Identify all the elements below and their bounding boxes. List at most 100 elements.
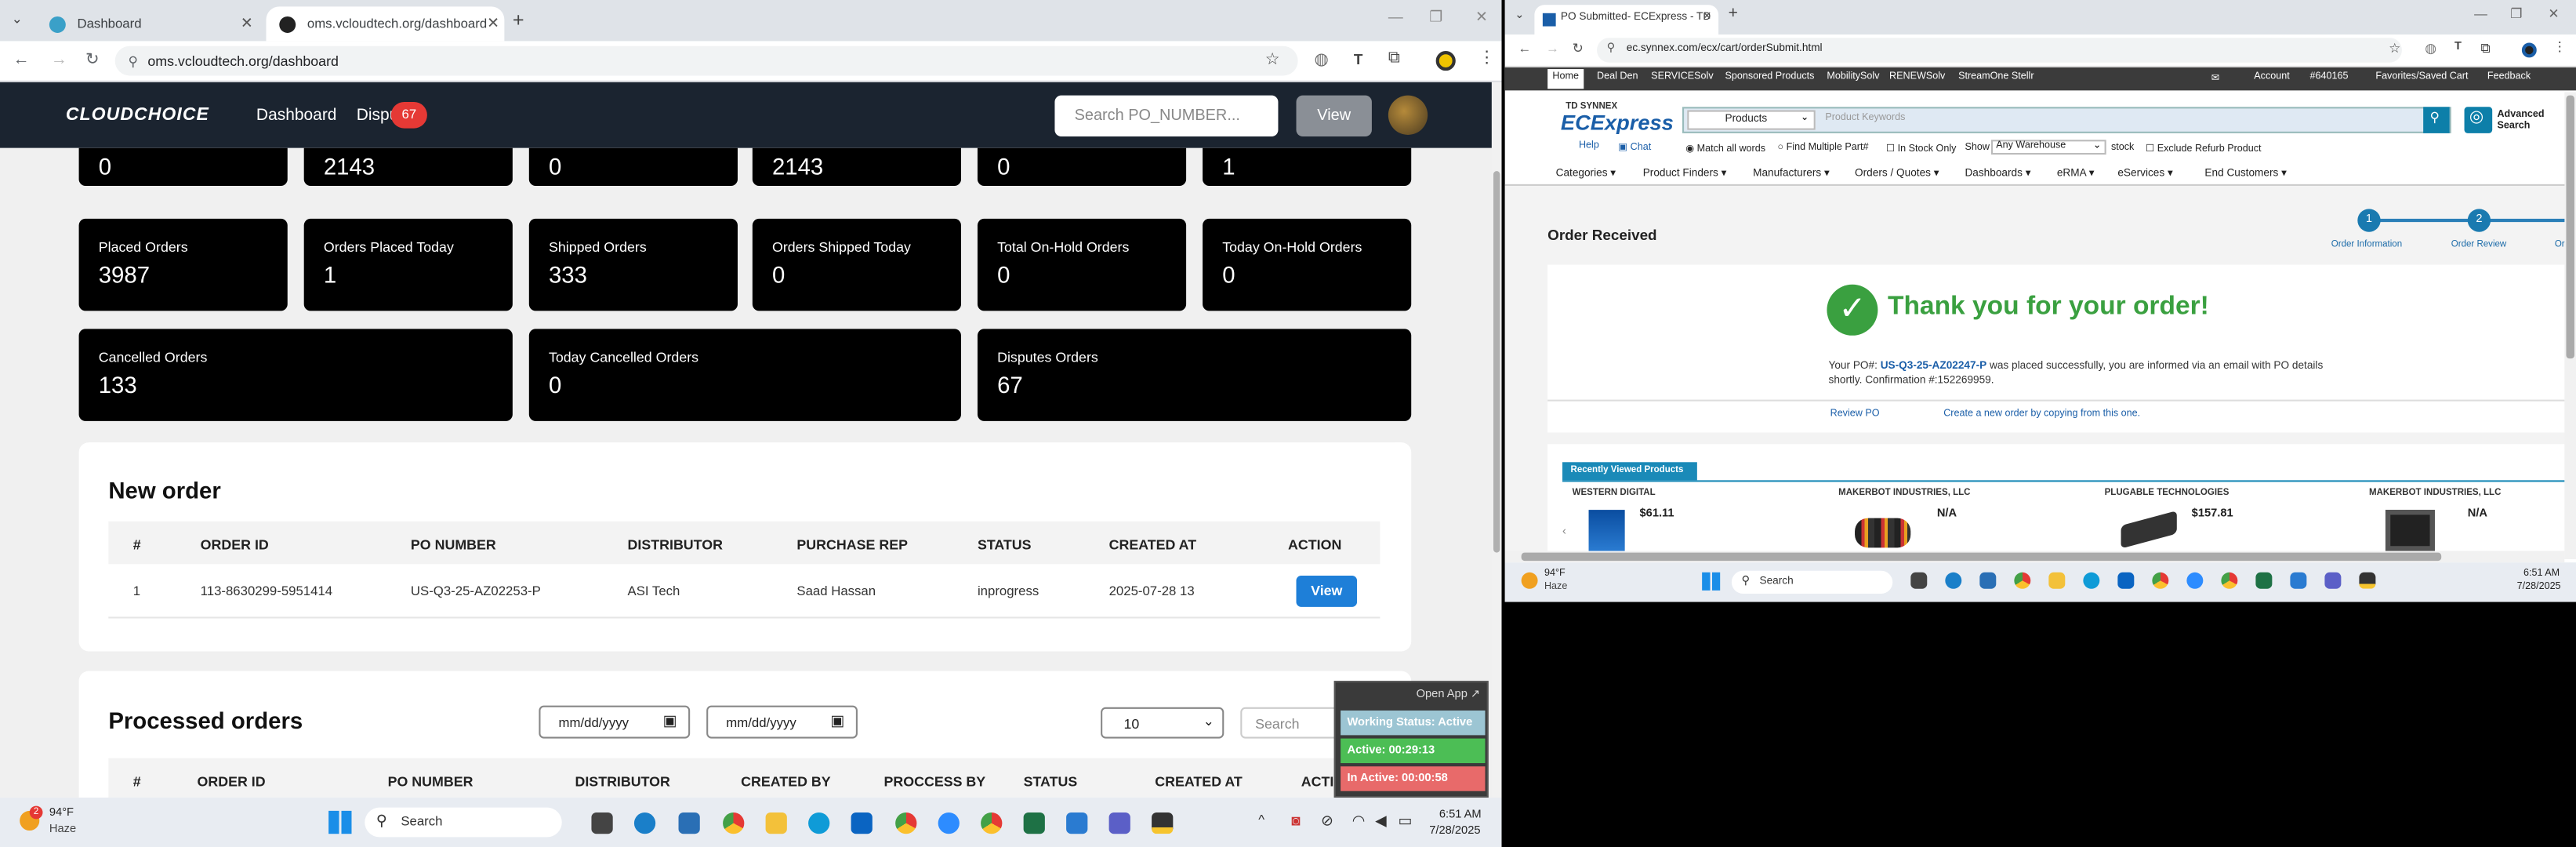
edge-browser-icon[interactable] <box>808 812 830 834</box>
po-search-view-button[interactable]: View <box>1296 95 1372 137</box>
mail-icon[interactable]: ✉ <box>2211 72 2220 84</box>
clock-time[interactable]: 6:51 AM <box>1439 809 1482 821</box>
td-nav-home[interactable]: Home <box>1547 69 1584 89</box>
bookmark-star-icon[interactable]: ☆ <box>1265 51 1280 69</box>
sticky-notes-icon[interactable] <box>1152 812 1174 834</box>
menu-product-finders[interactable]: Product Finders ▾ <box>1643 166 1727 180</box>
date-from-input[interactable]: mm/dd/yyyy ▣ <box>539 705 691 739</box>
snipping-tool-icon[interactable] <box>1066 812 1088 834</box>
open-app-link[interactable]: Open App ↗ <box>1417 688 1481 701</box>
clock-date[interactable]: 7/28/2025 <box>2517 582 2561 592</box>
right-page-scrollbar[interactable] <box>2564 92 2576 560</box>
battery-icon[interactable]: ▭ <box>1398 812 1412 831</box>
advanced-search-button[interactable]: ◎ <box>2464 107 2493 133</box>
td-nav-mobilitysolv[interactable]: MobilitySolv <box>1827 72 1879 82</box>
new-tab-button[interactable]: + <box>513 8 524 31</box>
new-tab-button[interactable]: + <box>1729 5 1738 23</box>
td-nav-sponsored[interactable]: Sponsored Products <box>1725 72 1814 82</box>
td-feedback[interactable]: Feedback <box>2487 72 2531 82</box>
date-to-input[interactable]: mm/dd/yyyy ▣ <box>706 705 858 739</box>
menu-erma[interactable]: eRMA ▾ <box>2057 166 2095 180</box>
windows-start-icon[interactable] <box>1702 572 1721 591</box>
wifi-icon[interactable]: ◠ <box>1352 812 1365 831</box>
reload-icon[interactable]: ↻ <box>1573 41 1584 56</box>
snipping-tool-icon[interactable] <box>2290 572 2307 589</box>
windows-start-icon[interactable] <box>328 810 352 834</box>
site-info-icon[interactable]: ⚲ <box>128 53 137 68</box>
match-all-radio[interactable]: ◉ Match all words <box>1685 143 1765 155</box>
volume-icon[interactable]: ◀ <box>1375 812 1387 831</box>
calculator-icon[interactable] <box>678 812 700 834</box>
weather-icon[interactable] <box>1521 572 1538 589</box>
url-field[interactable]: ⚲ oms.vcloudtech.org/dashboard <box>114 45 1298 76</box>
excel-icon[interactable] <box>1023 812 1045 834</box>
maximize-icon[interactable]: ❐ <box>2510 6 2522 21</box>
browser-menu-icon[interactable]: ⋮ <box>1478 49 1495 67</box>
close-tab-icon[interactable]: ✕ <box>241 15 253 33</box>
ecexpress-logo[interactable]: ECExpress <box>1561 111 1674 135</box>
keyword-input[interactable]: Product Keywords <box>1825 114 1905 124</box>
menu-dashboards[interactable]: Dashboards ▾ <box>1965 166 2030 180</box>
extensions-puzzle-icon[interactable]: ⧉ <box>1388 49 1400 67</box>
forward-icon[interactable]: → <box>51 51 67 69</box>
minimize-icon[interactable]: — <box>2474 6 2487 21</box>
nav-dashboard[interactable]: Dashboard <box>256 107 337 125</box>
close-tab-icon[interactable]: ✕ <box>1702 10 1711 24</box>
td-nav-streamone[interactable]: StreamOne Stellr <box>1958 72 2034 82</box>
maximize-icon[interactable]: ❐ <box>1429 8 1442 26</box>
excel-icon[interactable] <box>2255 572 2273 589</box>
td-nav-servicesolv[interactable]: SERVICESolv <box>1651 72 1713 82</box>
search-category-select[interactable]: Products ⌄ <box>1687 110 1816 130</box>
product-image[interactable] <box>1855 518 1911 548</box>
tab-dashboard[interactable]: Dashboard ✕ <box>36 6 266 41</box>
reader-icon[interactable]: T <box>1354 51 1363 67</box>
scrollbar-thumb[interactable] <box>2566 95 2574 359</box>
tab-oms-dashboard[interactable]: oms.vcloudtech.org/dashboard ✕ <box>266 6 505 42</box>
warehouse-select[interactable]: Any Warehouse ⌄ <box>1990 140 2106 155</box>
chrome-icon[interactable] <box>2014 572 2031 589</box>
menu-manufacturers[interactable]: Manufacturers ▾ <box>1753 166 1830 180</box>
in-stock-checkbox[interactable]: ☐ In Stock Only <box>1886 143 1957 155</box>
file-explorer-icon[interactable] <box>765 812 787 834</box>
right-horizontal-scrollbar[interactable] <box>1504 551 2565 563</box>
taskbar-search[interactable]: ⚲ Search <box>1731 570 1893 594</box>
close-tab-icon[interactable]: ✕ <box>487 15 499 33</box>
edge-icon[interactable] <box>633 812 656 834</box>
files-icon[interactable] <box>591 812 613 834</box>
extensions-puzzle-icon[interactable]: ⧉ <box>2481 41 2491 57</box>
tray-chevron-icon[interactable]: ^ <box>1258 812 1264 827</box>
zoom-icon[interactable] <box>938 812 960 834</box>
clock-time[interactable]: 6:51 AM <box>2523 569 2560 580</box>
minimize-icon[interactable]: — <box>1388 8 1403 24</box>
teams-icon[interactable] <box>2324 572 2342 589</box>
td-help-link[interactable]: Help <box>1579 141 1599 151</box>
page-scrollbar[interactable] <box>1491 82 1502 798</box>
tab-search-icon[interactable]: ⌄ <box>12 12 23 27</box>
scrollbar-thumb[interactable] <box>1493 171 1500 553</box>
tray-network-off-icon[interactable]: ⊘ <box>1321 812 1333 831</box>
product-image[interactable] <box>2121 511 2177 549</box>
bookmark-star-icon[interactable]: ☆ <box>2389 41 2400 56</box>
user-avatar[interactable] <box>1388 95 1428 135</box>
teams-icon[interactable] <box>1108 812 1130 834</box>
files-icon[interactable] <box>1910 572 1928 589</box>
carousel-prev-icon[interactable]: ‹ <box>1562 526 1566 538</box>
calculator-icon[interactable] <box>1979 572 1997 589</box>
td-chat-link[interactable]: ▣ Chat <box>1618 141 1651 153</box>
chrome-active-icon[interactable] <box>895 812 917 834</box>
site-info-icon[interactable]: ⚲ <box>1607 41 1616 55</box>
search-go-button[interactable]: ⚲ <box>2423 107 2450 133</box>
chrome-active-icon[interactable] <box>2152 572 2169 589</box>
close-window-icon[interactable]: ✕ <box>1475 8 1488 26</box>
review-po-link[interactable]: Review PO <box>1830 409 1880 420</box>
file-explorer-icon[interactable] <box>2048 572 2066 589</box>
zoom-icon[interactable] <box>2186 572 2204 589</box>
menu-eservices[interactable]: eServices ▾ <box>2117 166 2172 180</box>
outlook-icon[interactable] <box>2117 572 2135 589</box>
chrome-profile-icon[interactable] <box>2221 572 2238 589</box>
td-nav-deal-den[interactable]: Deal Den <box>1597 72 1638 82</box>
outlook-icon[interactable] <box>851 812 873 834</box>
find-multiple-radio[interactable]: ○ Find Multiple Part# <box>1778 143 1869 153</box>
back-icon[interactable]: ← <box>13 51 30 69</box>
page-size-select[interactable]: 10 ⌄ <box>1101 707 1225 739</box>
